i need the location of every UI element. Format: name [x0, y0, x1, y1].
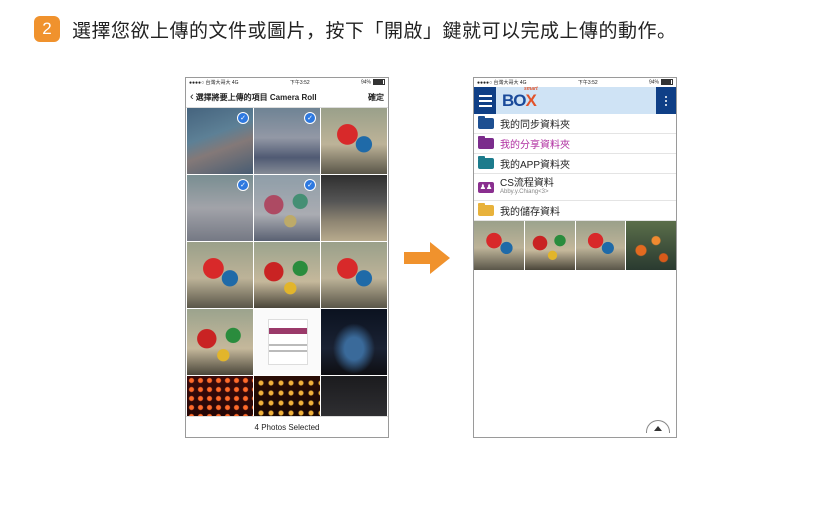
selected-check-icon: ✓	[237, 179, 249, 191]
battery-icon	[373, 79, 385, 86]
folder-icon	[478, 203, 494, 216]
logo-smart-text: smart	[524, 85, 538, 92]
clock-label: 下午3:52	[577, 80, 598, 86]
folder-owner: Abby.y.Chiang<3>	[500, 189, 549, 196]
selection-footer: 4 Photos Selected	[186, 416, 388, 437]
instruction-header: 2 選擇您欲上傳的文件或圖片，按下「開啟」鍵就可以完成上傳的動作。	[34, 14, 677, 44]
selected-count-label: 4 Photos Selected	[254, 422, 320, 432]
right-arrow-icon	[404, 242, 450, 274]
folder-item-shared[interactable]: 我的分享資料夾	[474, 134, 676, 154]
photo-thumbnail[interactable]: ✓	[187, 175, 253, 241]
upload-toggle-button[interactable]	[646, 420, 670, 433]
photo-thumbnail[interactable]	[321, 242, 387, 308]
carrier-label: ●●●●○ 台灣大哥大 4G	[189, 80, 239, 86]
status-bar: ●●●●○ 台灣大哥大 4G 下午3:52 94%	[474, 78, 676, 87]
confirm-button[interactable]: 確定	[368, 92, 384, 103]
folder-list: 我的同步資料夾 我的分享資料夾 我的APP資料夾 ♟♟ CS流程資料 Abby.…	[474, 114, 676, 221]
picker-title[interactable]: 選擇將要上傳的項目 Camera Roll	[196, 92, 368, 103]
selected-check-icon: ✓	[304, 179, 316, 191]
photo-grid: ✓ ✓ ✓ ✓	[187, 108, 388, 437]
battery-percent: 94%	[360, 79, 371, 86]
menu-icon[interactable]	[474, 87, 496, 114]
picker-nav-bar: ‹ 選擇將要上傳的項目 Camera Roll 確定	[186, 87, 388, 108]
uploaded-photo-thumbnail[interactable]	[474, 221, 524, 270]
battery-icon	[661, 79, 673, 86]
photo-thumbnail[interactable]	[321, 108, 387, 174]
photo-thumbnail[interactable]: ✓	[254, 108, 320, 174]
step-number-badge: 2	[34, 16, 60, 42]
folder-label: 我的APP資料夾	[500, 160, 571, 171]
shared-folder-icon	[478, 136, 494, 149]
photo-thumbnail[interactable]: ✓	[254, 175, 320, 241]
logo-box-text: BO	[502, 90, 526, 110]
box-app-screen: ●●●●○ 台灣大哥大 4G 下午3:52 94% smart BOX 我的同步…	[473, 77, 677, 438]
more-options-icon[interactable]	[656, 87, 676, 114]
box-logo: smart BOX	[502, 86, 538, 111]
photo-thumbnail[interactable]	[254, 309, 320, 375]
folder-icon	[478, 156, 494, 169]
back-chevron-icon[interactable]: ‹	[190, 91, 194, 103]
folder-icon	[478, 116, 494, 129]
folder-item-cs[interactable]: ♟♟ CS流程資料 Abby.y.Chiang<3>	[474, 174, 676, 201]
picker-prompt: 選擇將要上傳的項目	[195, 92, 268, 102]
caret-up-icon	[654, 426, 662, 431]
status-bar: ●●●●○ 台灣大哥大 4G 下午3:52 94%	[186, 78, 388, 87]
uploaded-photo-strip	[474, 221, 676, 270]
photo-thumbnail[interactable]: ✓	[187, 108, 253, 174]
carrier-label: ●●●●○ 台灣大哥大 4G	[477, 80, 527, 86]
app-header: smart BOX	[474, 86, 676, 114]
uploaded-photo-thumbnail[interactable]	[575, 221, 626, 270]
uploaded-photo-thumbnail[interactable]	[524, 221, 575, 270]
album-name: Camera Roll	[269, 92, 317, 102]
selected-check-icon: ✓	[304, 112, 316, 124]
instruction-text: 選擇您欲上傳的文件或圖片，按下「開啟」鍵就可以完成上傳的動作。	[72, 19, 677, 42]
photo-thumbnail[interactable]	[321, 175, 387, 241]
folder-label: 我的分享資料夾	[500, 140, 570, 151]
folder-label: 我的同步資料夾	[500, 120, 570, 131]
logo-x-text: X	[525, 90, 537, 110]
selected-check-icon: ✓	[237, 112, 249, 124]
team-folder-icon: ♟♟	[478, 181, 494, 193]
photo-thumbnail[interactable]	[254, 242, 320, 308]
photo-picker-screen: ●●●●○ 台灣大哥大 4G 下午3:52 94% ‹ 選擇將要上傳的項目 Ca…	[185, 77, 389, 438]
uploaded-photo-thumbnail[interactable]	[626, 221, 676, 270]
photo-thumbnail[interactable]	[187, 309, 253, 375]
battery-indicator: 94%	[648, 79, 673, 86]
battery-percent: 94%	[648, 79, 659, 86]
folder-item-storage[interactable]: 我的儲存資料	[474, 201, 676, 221]
battery-indicator: 94%	[360, 79, 385, 86]
photo-thumbnail[interactable]	[321, 309, 387, 375]
folder-item-app[interactable]: 我的APP資料夾	[474, 154, 676, 174]
clock-label: 下午3:52	[289, 80, 310, 86]
folder-label: CS流程資料	[500, 177, 554, 189]
folder-item-sync[interactable]: 我的同步資料夾	[474, 114, 676, 134]
photo-thumbnail[interactable]	[187, 242, 253, 308]
folder-label: 我的儲存資料	[500, 207, 560, 218]
